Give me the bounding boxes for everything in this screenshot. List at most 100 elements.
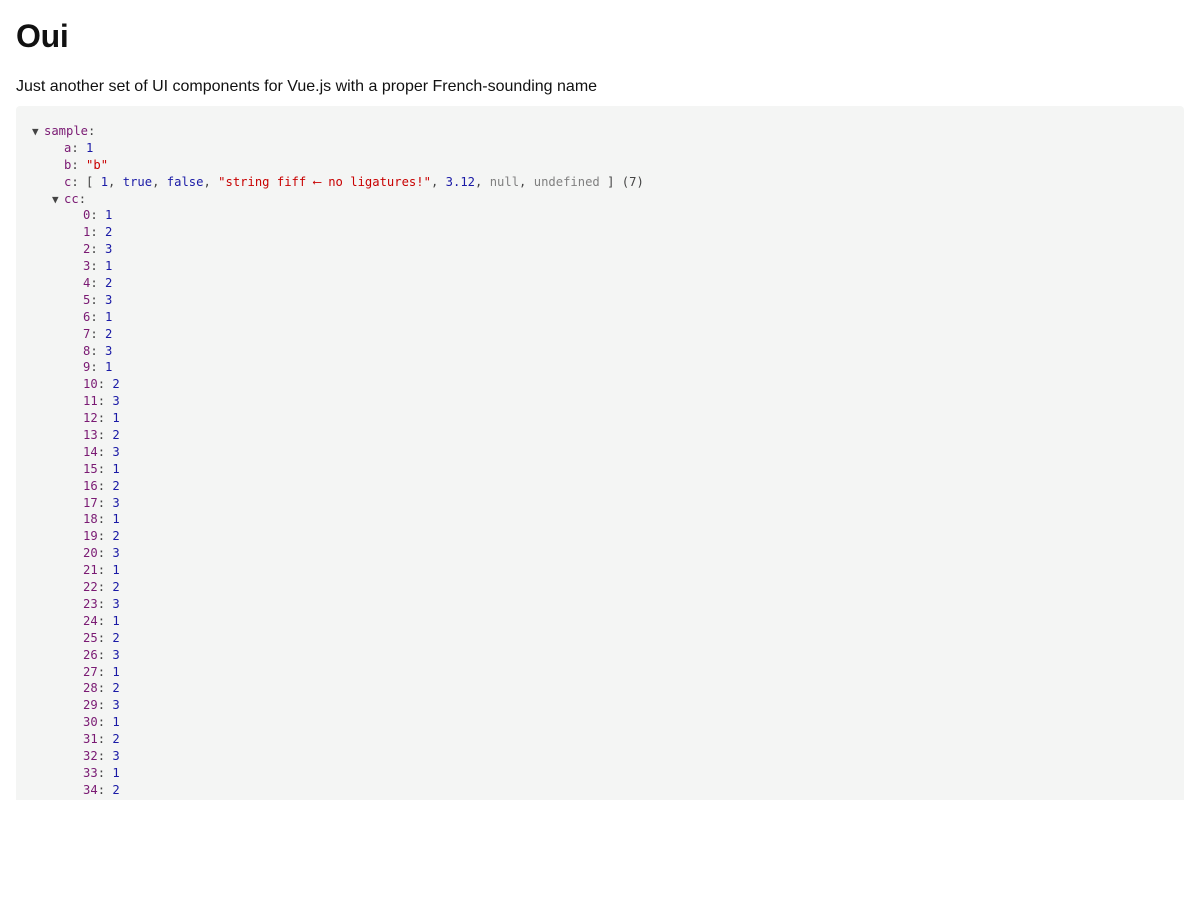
tree-value: 1: [112, 765, 120, 780]
tree-row: 28: 2: [83, 681, 120, 696]
tree-row: 17: 3: [83, 495, 120, 510]
object-tree: ▼ sample: a: 1 b: "b" c: [ 1, true, false…: [16, 106, 1184, 799]
tree-value: 2: [112, 630, 120, 645]
array-item: undefined: [533, 174, 600, 189]
tree-row: 29: 3: [83, 698, 120, 713]
tree-value: 1: [105, 259, 113, 274]
cc-entries: 0: 1 1: 2 2: 3 3: 1 4: 2 5: 3 6: 1 7: 2 8: 3 9: 1…: [32, 207, 1184, 798]
tree-value: 1: [86, 140, 94, 155]
expanded-triangle-icon[interactable]: ▼: [52, 192, 64, 209]
tree-row: 27: 1: [83, 664, 120, 679]
tree-value: 3: [112, 647, 120, 662]
tree-key: 11: [83, 394, 98, 409]
tree-key: sample: [44, 124, 89, 138]
tree-value: 2: [112, 428, 120, 443]
tree-value: 2: [112, 681, 120, 696]
tree-value: 1: [112, 512, 120, 527]
tree-row: 19: 2: [83, 529, 120, 544]
tree-value: 3: [112, 546, 120, 561]
tree-key: 21: [83, 563, 98, 578]
tree-value: 1: [112, 613, 120, 628]
tree-row: 18: 1: [83, 512, 120, 527]
tree-value: 2: [112, 529, 120, 544]
tree-row: 15: 1: [83, 461, 120, 476]
tree-row: 21: 1: [83, 563, 120, 578]
tree-row: 33: 1: [83, 765, 120, 780]
tree-key: 15: [83, 461, 98, 476]
array-item: "string fiff ⟵ no ligatures!": [218, 174, 431, 189]
tree-key: 19: [83, 529, 98, 544]
tree-key: 17: [83, 495, 98, 510]
page-title: Oui: [16, 18, 69, 54]
tree-row: 1: 2: [83, 225, 113, 240]
page-subtitle: Just another set of UI components for Vu…: [16, 78, 598, 95]
array-count: (7): [621, 174, 644, 189]
tree-key: 28: [83, 681, 98, 696]
tree-row: 20: 3: [83, 546, 120, 561]
tree-row: 13: 2: [83, 428, 120, 443]
tree-key: 23: [83, 596, 98, 611]
tree-row: 30: 1: [83, 715, 120, 730]
tree-row: 10: 2: [83, 377, 120, 392]
tree-key: 24: [83, 613, 98, 628]
tree-row: 11: 3: [83, 394, 120, 409]
tree-row: 23: 3: [83, 596, 120, 611]
tree-row: 12: 1: [83, 411, 120, 426]
tree-row: 6: 1: [83, 309, 113, 324]
tree-node-b: b: "b": [64, 157, 109, 172]
tree-value: "b": [86, 157, 109, 172]
tree-value: 3: [112, 596, 120, 611]
tree-node-cc[interactable]: ▼ cc:: [32, 191, 1184, 208]
tree-row: 34: 2: [83, 782, 120, 797]
tree-key: 31: [83, 732, 98, 747]
tree-row: 3: 1: [83, 259, 113, 274]
tree-value: 1: [112, 411, 120, 426]
tree-key: 26: [83, 647, 98, 662]
array-item: null: [489, 174, 520, 189]
tree-value: 2: [105, 276, 113, 291]
tree-key: 20: [83, 546, 98, 561]
tree-value: 2: [112, 377, 120, 392]
tree-key: 18: [83, 512, 98, 527]
tree-key: 25: [83, 630, 98, 645]
tree-value: 1: [112, 715, 120, 730]
tree-row: 16: 2: [83, 478, 120, 493]
tree-node-c: c: [ 1, true, false, "string fiff ⟵ no l…: [64, 174, 644, 189]
tree-key: 10: [83, 377, 98, 392]
expanded-triangle-icon[interactable]: ▼: [32, 124, 44, 141]
tree-value: 1: [112, 664, 120, 679]
tree-value: 3: [112, 748, 120, 763]
tree-row: 14: 3: [83, 444, 120, 459]
array-item: 1: [100, 174, 109, 189]
tree-row: 5: 3: [83, 292, 113, 307]
tree-value: 1: [105, 208, 113, 223]
tree-key: 12: [83, 411, 98, 426]
tree-row: 26: 3: [83, 647, 120, 662]
tree-value: 2: [105, 225, 113, 240]
object-inspector-panel[interactable]: ▼ sample: a: 1 b: "b" c: [ 1, true, false…: [16, 106, 1184, 800]
tree-row: 9: 1: [83, 360, 113, 375]
tree-row: 0: 1: [83, 208, 113, 223]
tree-value: 1: [105, 309, 113, 324]
array-item: false: [166, 174, 204, 189]
tree-value: 3: [105, 292, 113, 307]
array-item: true: [122, 174, 153, 189]
tree-row: 31: 2: [83, 732, 120, 747]
tree-key: 22: [83, 580, 98, 595]
tree-row: 24: 1: [83, 613, 120, 628]
tree-row: 22: 2: [83, 580, 120, 595]
tree-value: 3: [112, 698, 120, 713]
tree-value: 1: [112, 461, 120, 476]
tree-key: 29: [83, 698, 98, 713]
tree-key: cc: [64, 191, 79, 206]
array-preview: 1, true, false, "string fiff ⟵ no ligatu…: [100, 174, 600, 189]
tree-key: 30: [83, 715, 98, 730]
tree-key: 32: [83, 748, 98, 763]
tree-node-sample[interactable]: ▼ sample:: [32, 123, 1184, 140]
tree-key: 33: [83, 765, 98, 780]
tree-key: 34: [83, 782, 98, 797]
tree-value: 3: [112, 394, 120, 409]
tree-value: 3: [112, 444, 120, 459]
tree-value: 2: [105, 326, 113, 341]
tree-row: 8: 3: [83, 343, 113, 358]
